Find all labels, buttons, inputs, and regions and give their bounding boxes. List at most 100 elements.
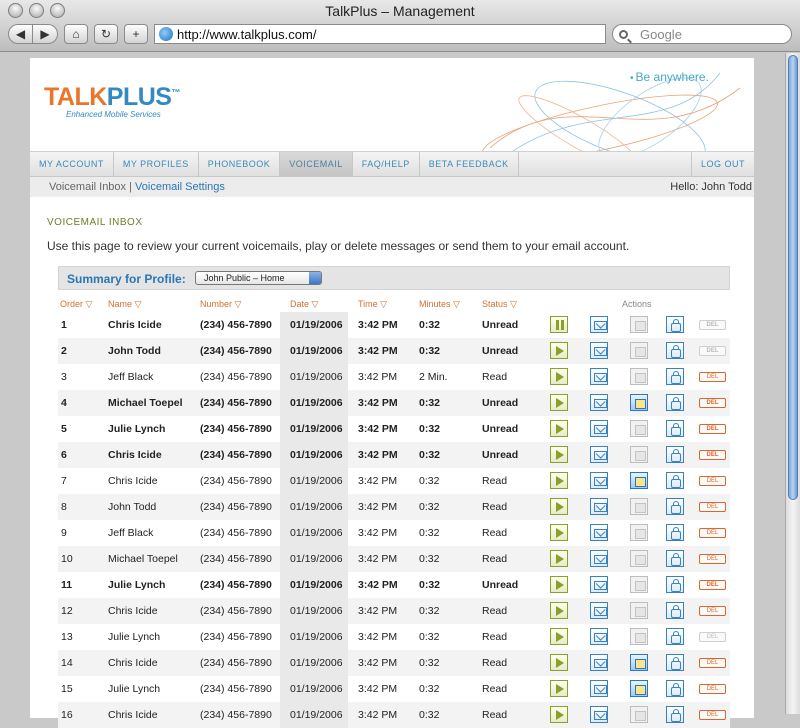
delete-button[interactable]: DEL — [699, 632, 726, 642]
forward-voicemail-icon[interactable] — [630, 342, 648, 359]
add-bookmark-button[interactable]: + — [124, 24, 148, 44]
email-icon[interactable] — [590, 394, 608, 411]
email-icon[interactable] — [590, 550, 608, 567]
unlock-icon[interactable] — [666, 394, 684, 411]
search-field[interactable]: Google — [612, 24, 792, 44]
zoom-window-button[interactable] — [50, 3, 65, 18]
back-button[interactable]: ◀ — [8, 24, 33, 44]
play-icon[interactable] — [550, 446, 568, 463]
nav-my-profiles[interactable]: MY PROFILES — [114, 152, 199, 176]
lock-icon[interactable] — [666, 316, 684, 333]
unlock-icon[interactable] — [666, 628, 684, 645]
forward-button[interactable]: ▶ — [33, 24, 58, 44]
play-icon[interactable] — [550, 342, 568, 359]
play-icon[interactable] — [550, 498, 568, 515]
table-row[interactable]: 1 Chris Icide (234) 456-7890 01/19/2006 3:42… — [58, 312, 730, 338]
table-row[interactable]: 10 Michael Toepel (234) 456-7890 01/19/2006… — [58, 546, 730, 572]
forward-voicemail-icon[interactable] — [630, 576, 648, 593]
delete-button[interactable]: DEL — [699, 606, 726, 616]
play-icon[interactable] — [550, 654, 568, 671]
forward-voicemail-icon[interactable] — [630, 394, 648, 411]
col-status[interactable]: Status ▽ — [482, 299, 517, 310]
nav-beta-feedback[interactable]: BETA FEEDBACK — [420, 152, 519, 176]
play-icon[interactable] — [550, 550, 568, 567]
scrollbar-thumb[interactable] — [788, 55, 798, 500]
table-row[interactable]: 8 John Todd (234) 456-7890 01/19/2006 3:42 P… — [58, 494, 730, 520]
unlock-icon[interactable] — [666, 654, 684, 671]
lock-icon[interactable] — [666, 342, 684, 359]
email-icon[interactable] — [590, 680, 608, 697]
unlock-icon[interactable] — [666, 472, 684, 489]
play-icon[interactable] — [550, 472, 568, 489]
delete-button[interactable]: DEL — [699, 450, 726, 460]
play-icon[interactable] — [550, 602, 568, 619]
forward-voicemail-icon[interactable] — [630, 680, 648, 697]
unlock-icon[interactable] — [666, 706, 684, 723]
forward-voicemail-icon[interactable] — [630, 420, 648, 437]
unlock-icon[interactable] — [666, 524, 684, 541]
nav-log-out[interactable]: LOG OUT — [690, 152, 754, 176]
table-row[interactable]: 7 Chris Icide (234) 456-7890 01/19/2006 3:42… — [58, 468, 730, 494]
table-row[interactable]: 9 Jeff Black (234) 456-7890 01/19/2006 3:42 … — [58, 520, 730, 546]
delete-button[interactable]: DEL — [699, 502, 726, 512]
table-row[interactable]: 4 Michael Toepel (234) 456-7890 01/19/2006 3… — [58, 390, 730, 416]
play-icon[interactable] — [550, 680, 568, 697]
email-icon[interactable] — [590, 628, 608, 645]
email-icon[interactable] — [590, 576, 608, 593]
table-row[interactable]: 3 Jeff Black (234) 456-7890 01/19/2006 3:42 … — [58, 364, 730, 390]
unlock-icon[interactable] — [666, 446, 684, 463]
forward-voicemail-icon[interactable] — [630, 550, 648, 567]
forward-voicemail-icon[interactable] — [630, 706, 648, 723]
play-icon[interactable] — [550, 420, 568, 437]
close-window-button[interactable] — [8, 3, 23, 18]
email-icon[interactable] — [590, 472, 608, 489]
email-icon[interactable] — [590, 524, 608, 541]
play-icon[interactable] — [550, 628, 568, 645]
delete-button[interactable]: DEL — [699, 476, 726, 486]
col-number[interactable]: Number ▽ — [200, 299, 241, 310]
home-button[interactable]: ⌂ — [64, 24, 88, 44]
email-icon[interactable] — [590, 446, 608, 463]
table-row[interactable]: 15 Julie Lynch (234) 456-7890 01/19/2006 3:4… — [58, 676, 730, 702]
delete-button[interactable]: DEL — [699, 528, 726, 538]
col-time[interactable]: Time ▽ — [358, 299, 387, 310]
forward-voicemail-icon[interactable] — [630, 628, 648, 645]
col-minutes[interactable]: Minutes ▽ — [419, 299, 460, 310]
pause-icon[interactable] — [550, 316, 568, 333]
subnav-voicemail-settings-link[interactable]: Voicemail Settings — [135, 181, 225, 193]
table-row[interactable]: 16 Chris Icide (234) 456-7890 01/19/2006 3:4… — [58, 702, 730, 728]
forward-voicemail-icon[interactable] — [630, 472, 648, 489]
table-row[interactable]: 6 Chris Icide (234) 456-7890 01/19/2006 3:42… — [58, 442, 730, 468]
col-name[interactable]: Name ▽ — [108, 299, 141, 310]
talkplus-logo[interactable]: TALKPLUS™ Enhanced Mobile Services — [44, 83, 180, 119]
unlock-icon[interactable] — [666, 368, 684, 385]
unlock-icon[interactable] — [666, 550, 684, 567]
play-icon[interactable] — [550, 394, 568, 411]
nav-phonebook[interactable]: PHONEBOOK — [199, 152, 281, 176]
nav-faq-help[interactable]: FAQ/HELP — [353, 152, 420, 176]
email-icon[interactable] — [590, 706, 608, 723]
unlock-icon[interactable] — [666, 602, 684, 619]
profile-select[interactable]: John Public – Home — [195, 271, 322, 285]
forward-voicemail-icon[interactable] — [630, 602, 648, 619]
table-row[interactable]: 2 John Todd (234) 456-7890 01/19/2006 3:42 P… — [58, 338, 730, 364]
email-icon[interactable] — [590, 368, 608, 385]
delete-button[interactable]: DEL — [699, 320, 726, 330]
col-date[interactable]: Date ▽ — [290, 299, 318, 310]
unlock-icon[interactable] — [666, 680, 684, 697]
email-icon[interactable] — [590, 602, 608, 619]
table-row[interactable]: 12 Chris Icide (234) 456-7890 01/19/2006 3:4… — [58, 598, 730, 624]
play-icon[interactable] — [550, 576, 568, 593]
delete-button[interactable]: DEL — [699, 398, 726, 408]
delete-button[interactable]: DEL — [699, 372, 726, 382]
table-row[interactable]: 14 Chris Icide (234) 456-7890 01/19/2006 3:4… — [58, 650, 730, 676]
delete-button[interactable]: DEL — [699, 658, 726, 668]
play-icon[interactable] — [550, 368, 568, 385]
delete-button[interactable]: DEL — [699, 710, 726, 720]
forward-voicemail-icon[interactable] — [630, 446, 648, 463]
play-icon[interactable] — [550, 706, 568, 723]
forward-voicemail-icon[interactable] — [630, 498, 648, 515]
delete-button[interactable]: DEL — [699, 424, 726, 434]
table-row[interactable]: 13 Julie Lynch (234) 456-7890 01/19/2006 3:4… — [58, 624, 730, 650]
email-icon[interactable] — [590, 654, 608, 671]
